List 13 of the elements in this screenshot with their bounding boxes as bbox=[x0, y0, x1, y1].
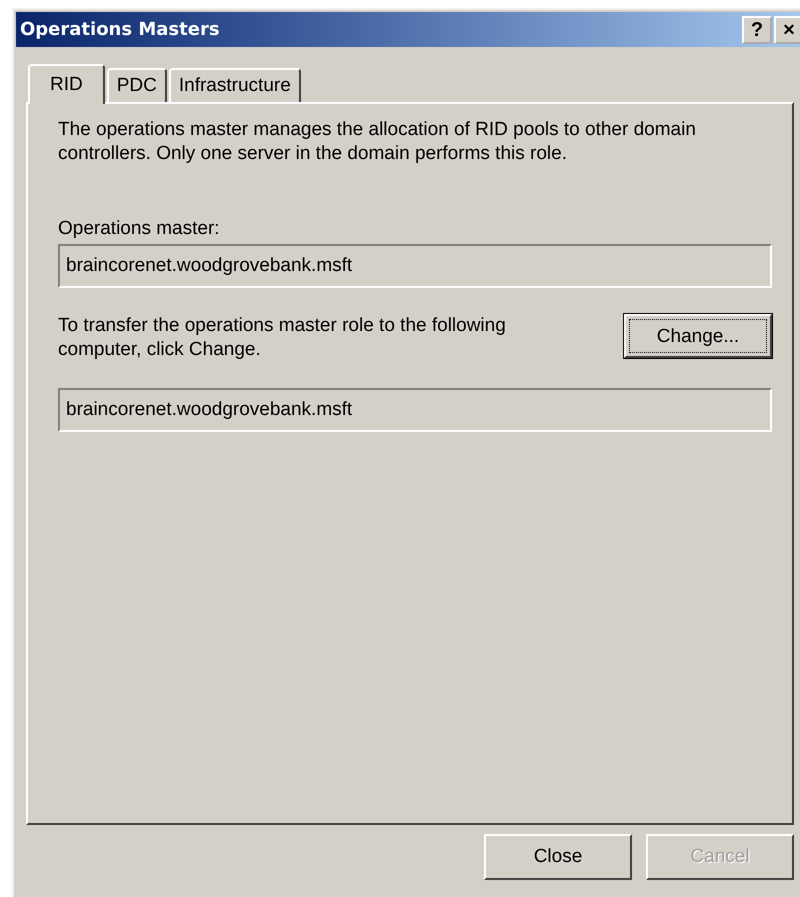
description-text: The operations master manages the allocation of RID pools to other domain controllers. Only one server in the domain performs this role. bbox=[58, 118, 697, 166]
tab[interactable]: Infrastructure bbox=[168, 68, 301, 102]
window-title: Operations Masters bbox=[20, 19, 220, 40]
operations-master-field[interactable]: braincorenet.woodgrovebank.msft bbox=[58, 244, 772, 288]
dialog-button[interactable]: Close bbox=[484, 834, 632, 880]
close-button[interactable]: × bbox=[774, 16, 800, 44]
target-computer-field[interactable]: braincorenet.woodgrovebank.msft bbox=[58, 388, 772, 432]
tab[interactable]: PDC bbox=[106, 68, 167, 102]
field-label: Operations master: bbox=[58, 218, 221, 240]
change-button[interactable]: Change... bbox=[624, 314, 772, 358]
transfer-text: To transfer the operations master role to the following computer, click Change. bbox=[58, 314, 507, 362]
tab[interactable]: RID bbox=[28, 64, 105, 104]
help-button[interactable]: ? bbox=[742, 16, 772, 44]
